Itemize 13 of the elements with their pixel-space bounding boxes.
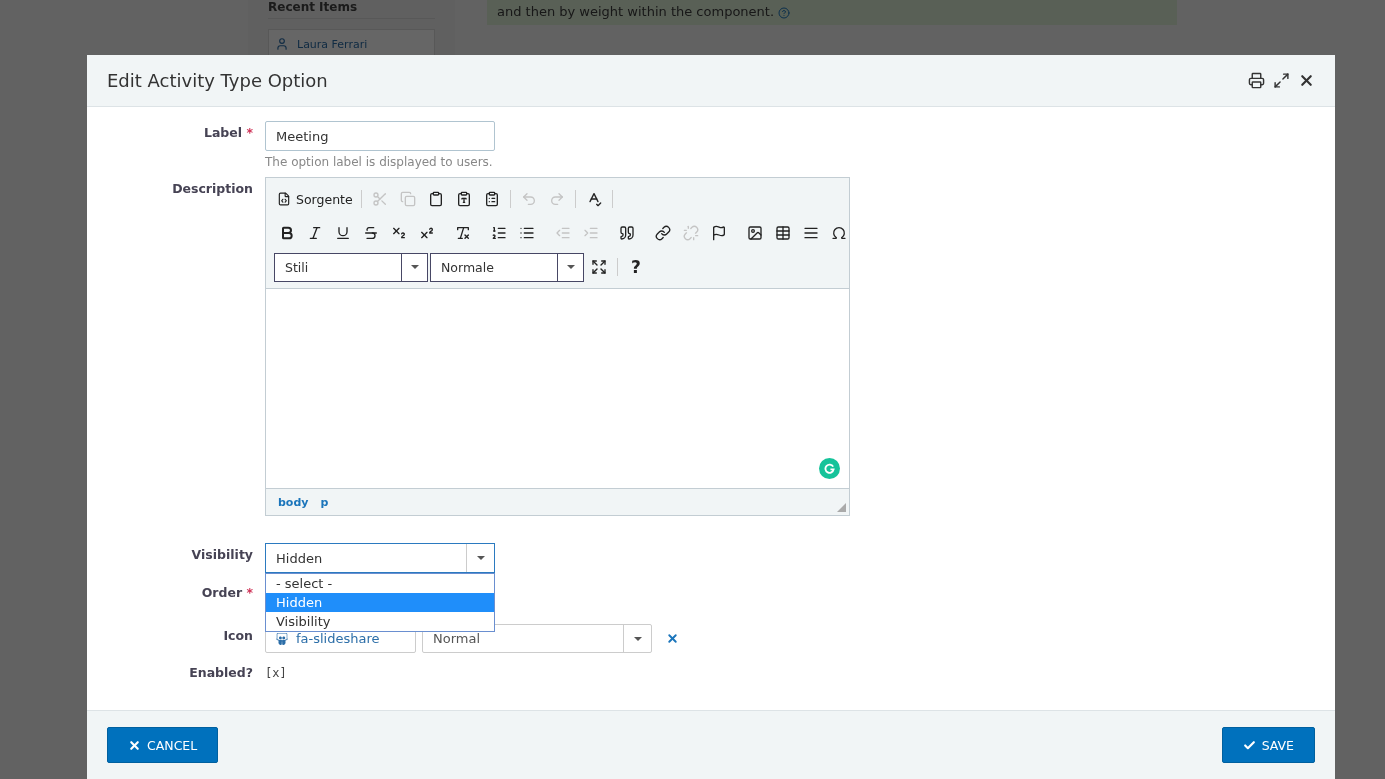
field-label: Enabled? — [188, 664, 253, 680]
field-label: Order * — [200, 584, 253, 600]
dialog-title: Edit Activity Type Option — [107, 70, 329, 91]
field-label: Label * — [202, 124, 253, 142]
field-label: Visibility — [190, 546, 253, 564]
required-mark: * — [246, 125, 253, 140]
help-text: The option label is displayed to users. — [265, 155, 494, 169]
sidebar-title: Recent Items — [268, 0, 435, 19]
enabled-value: [x] — [265, 665, 288, 680]
notice-text: and then by weight within the component. — [497, 4, 775, 19]
field-label: Icon — [222, 627, 253, 645]
required-mark: * — [246, 585, 253, 600]
field-label: Description — [171, 180, 253, 198]
